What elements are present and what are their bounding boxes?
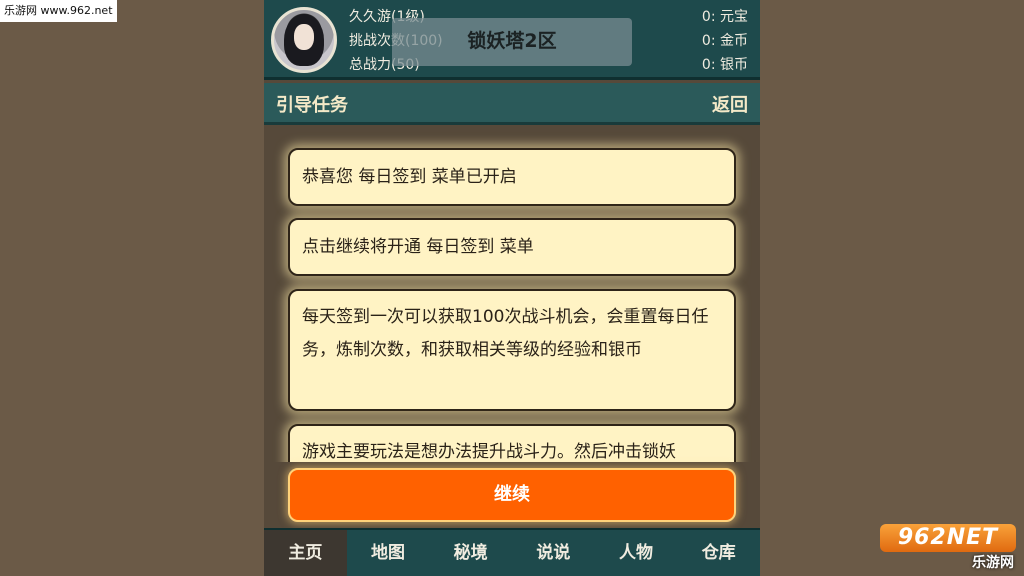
nav-map[interactable]: 地图 (347, 530, 430, 576)
brand-sub: 乐游网 (972, 555, 1014, 571)
guide-task-title: 引导任务 (276, 95, 348, 116)
back-button[interactable]: 返回 (712, 91, 748, 117)
avatar-face-shape (294, 24, 314, 50)
nav-posts[interactable]: 说说 (512, 530, 595, 576)
server-name: 锁妖塔2区 (392, 18, 632, 66)
guide-task-bar: 引导任务 返回 (264, 83, 760, 125)
currency-yuanbao: 0: 元宝 (701, 9, 748, 25)
player-header: 久久游(1级) 挑战次数(100) 总战力(50) 锁妖塔2区 0: 元宝 0:… (264, 0, 760, 80)
message-item: 点击继续将开通 每日签到 菜单 (288, 218, 736, 276)
site-watermark: 乐游网 www.962.net (0, 0, 117, 22)
action-area: 继续 (264, 462, 760, 528)
currency-gold: 0: 金币 (701, 33, 748, 49)
player-avatar[interactable] (271, 7, 337, 73)
message-item: 每天签到一次可以获取100次战斗机会，会重置每日任务，炼制次数，和获取相关等级的… (288, 289, 736, 411)
message-item: 恭喜您 每日签到 菜单已开启 (288, 148, 736, 206)
brand-watermark: 962NET 乐游网 (880, 522, 1018, 572)
nav-warehouse[interactable]: 仓库 (677, 530, 760, 576)
nav-character[interactable]: 人物 (595, 530, 678, 576)
bottom-nav: 主页 地图 秘境 说说 人物 仓库 (264, 528, 760, 576)
nav-home[interactable]: 主页 (264, 530, 347, 576)
nav-secret-realm[interactable]: 秘境 (429, 530, 512, 576)
game-screen: 久久游(1级) 挑战次数(100) 总战力(50) 锁妖塔2区 0: 元宝 0:… (264, 0, 760, 576)
message-list[interactable]: 恭喜您 每日签到 菜单已开启 点击继续将开通 每日签到 菜单 每天签到一次可以获… (264, 128, 760, 462)
continue-button[interactable]: 继续 (288, 468, 736, 522)
message-item: 游戏主要玩法是想办法提升战斗力。然后冲击锁妖 (288, 424, 736, 462)
brand-logo: 962NET (880, 524, 1016, 552)
currency-silver: 0: 银币 (701, 57, 748, 73)
